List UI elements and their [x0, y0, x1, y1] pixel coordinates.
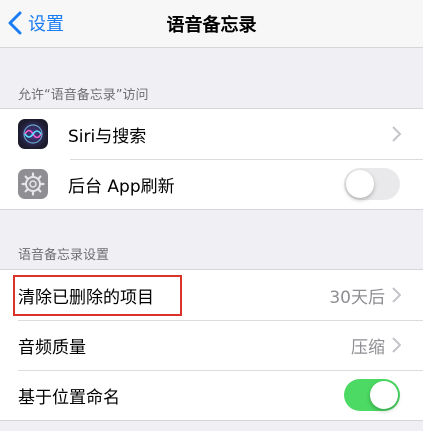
toggle-knob: [346, 170, 374, 198]
section-header-settings: 语音备忘录设置: [18, 248, 110, 263]
section-header-access: 允许“语音备忘录”访问: [18, 88, 149, 103]
clear-deleted-label: 清除已删除的项目: [18, 287, 154, 308]
location-naming-row: 基于位置命名: [0, 370, 423, 420]
location-naming-label: 基于位置命名: [18, 387, 120, 408]
background-refresh-label: 后台 App刷新: [68, 176, 175, 197]
page-title: 语音备忘录: [166, 15, 257, 36]
chevron-right-icon: [392, 126, 401, 142]
background-refresh-row: 后台 App刷新: [0, 159, 423, 209]
audio-quality-value: 压缩: [351, 337, 385, 358]
navigation-bar: 设置 语音备忘录: [0, 0, 423, 48]
clear-deleted-row[interactable]: 清除已删除的项目 30天后: [0, 270, 423, 320]
siri-search-row[interactable]: Siri与搜索: [0, 109, 423, 159]
background-refresh-toggle[interactable]: [344, 168, 400, 200]
chevron-right-icon: [392, 287, 401, 303]
siri-icon: [18, 119, 48, 149]
voice-memo-settings-group: 清除已删除的项目 30天后 音频质量 压缩 基于位置命名: [0, 269, 423, 421]
gear-icon: [18, 169, 48, 199]
siri-search-label: Siri与搜索: [68, 126, 147, 147]
location-naming-toggle[interactable]: [344, 379, 400, 411]
audio-quality-row[interactable]: 音频质量 压缩: [0, 320, 423, 370]
access-settings-group: Siri与搜索 后台 App刷新: [0, 108, 423, 210]
toggle-knob: [370, 381, 398, 409]
audio-quality-label: 音频质量: [18, 337, 86, 358]
clear-deleted-value: 30天后: [329, 287, 385, 308]
chevron-right-icon: [392, 337, 401, 353]
